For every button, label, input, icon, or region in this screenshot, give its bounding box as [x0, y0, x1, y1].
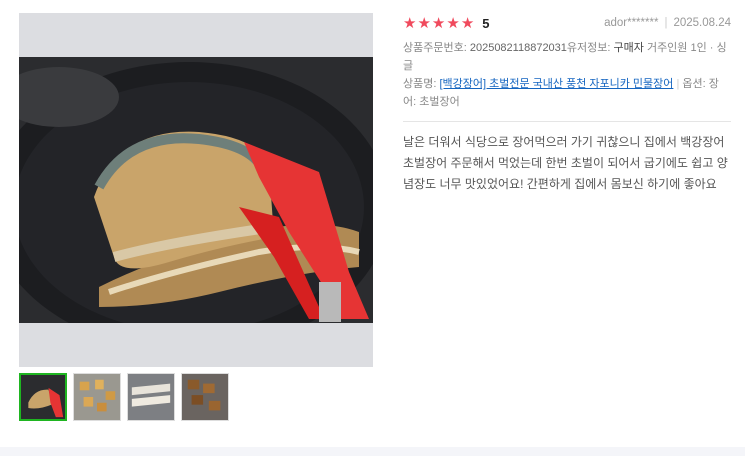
order-no-label: 상품주문번호: [403, 42, 470, 54]
thumbnail-eel-pan[interactable] [19, 373, 67, 421]
chopped-eel-thumb-image [74, 374, 120, 420]
star-icon: ★ [460, 14, 475, 32]
thumbnail-strip [19, 373, 229, 421]
rating-score: 5 [482, 15, 490, 31]
review-panel: ★ ★ ★ ★ ★ 5 ador******* | 2025.08.24 상품주… [403, 13, 731, 195]
review-meta: ★ ★ ★ ★ ★ 5 ador******* | 2025.08.24 [403, 13, 731, 33]
customer-label: 유저정보: [566, 42, 614, 54]
product-line: 상품명: [백강장어] 초벌전문 국내산 풍천 자포니카 민물장어 | 옵션: … [403, 75, 731, 111]
star-icon: ★ [446, 14, 460, 32]
order-line: 상품주문번호: 2025082118872031유저정보: 구매자 거주인원 1… [403, 39, 731, 75]
option-label: 옵션: [682, 78, 709, 90]
author-id: ador******* [604, 17, 659, 29]
product-label: 상품명: [403, 78, 440, 90]
packed-eel-thumb-image [128, 374, 174, 420]
star-icon: ★ [403, 14, 417, 32]
product-link[interactable]: [백강장어] 초벌전문 국내산 풍천 자포니카 민물장어 [439, 78, 673, 90]
footer-band [0, 447, 745, 456]
order-no: 2025082118872031 [469, 42, 567, 54]
review-date: 2025.08.24 [673, 17, 731, 29]
grilled-eel-thumb-image [182, 374, 228, 420]
divider-bar: | [664, 17, 668, 29]
thumbnail-chopped-eel[interactable] [73, 373, 121, 421]
thumbnail-grilled-eel[interactable] [181, 373, 229, 421]
order-info: 상품주문번호: 2025082118872031유저정보: 구매자 거주인원 1… [403, 39, 731, 111]
main-review-photo[interactable] [19, 13, 373, 367]
star-icon: ★ [431, 14, 446, 32]
customer-value: 구매자 [613, 42, 644, 54]
section-divider [403, 121, 731, 122]
author-date: ador******* | 2025.08.24 [604, 17, 731, 29]
eel-in-pan-image [19, 57, 373, 323]
eel-pan-thumb-image [21, 375, 65, 419]
thumbnail-packed-eel[interactable] [127, 373, 175, 421]
star-rating: ★ ★ ★ ★ ★ [403, 16, 474, 31]
star-icon: ★ [417, 14, 431, 32]
review-text: 날은 더워서 식당으로 장어먹으러 가기 귀찮으니 집에서 백강장어 초벌장어 … [403, 135, 728, 191]
